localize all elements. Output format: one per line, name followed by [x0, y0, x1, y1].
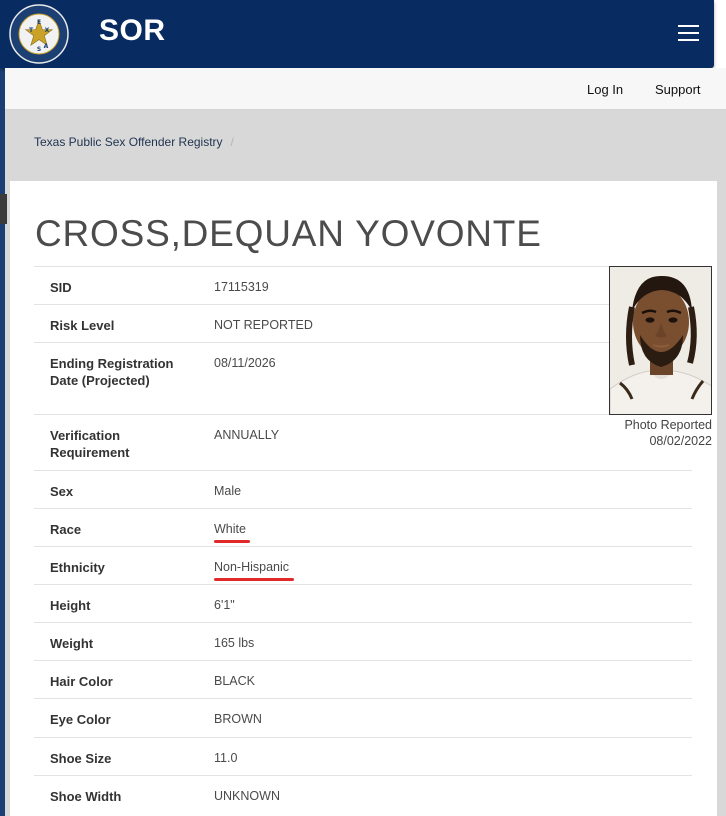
site-brand-title[interactable]: SOR — [99, 14, 166, 48]
race-underline-annotation — [214, 540, 250, 543]
scroll-edge-marker — [0, 194, 7, 224]
field-label-weight: Weight — [50, 636, 94, 651]
seal-letter-s: S — [37, 46, 41, 53]
field-value-ending-registration-date: 08/11/2026 — [214, 356, 276, 370]
field-label-ethnicity: Ethnicity — [50, 560, 105, 575]
photo-caption-date: 08/02/2022 — [649, 434, 712, 448]
table-row: Sex Male — [34, 470, 692, 508]
field-value-risk-level: NOT REPORTED — [214, 318, 313, 332]
photo-caption-label: Photo Reported — [624, 418, 712, 432]
table-row: Race White — [34, 508, 692, 546]
table-row: Weight 165 lbs — [34, 622, 692, 660]
ethnicity-underline-annotation — [214, 578, 294, 581]
field-value-sid: 17115319 — [214, 280, 269, 294]
field-label-verification-requirement: Verification Requirement — [50, 428, 130, 460]
field-label-shoe-size: Shoe Size — [50, 751, 112, 766]
support-link[interactable]: Support — [655, 82, 701, 97]
breadcrumb: Texas Public Sex Offender Registry / — [34, 135, 234, 149]
field-label-risk-level: Risk Level — [50, 318, 115, 333]
field-value-shoe-width: UNKNOWN — [214, 789, 280, 803]
field-value-height: 6'1" — [214, 598, 235, 612]
field-value-weight: 165 lbs — [214, 636, 255, 650]
seal-letter-e: E — [37, 19, 41, 26]
field-label-height: Height — [50, 598, 91, 613]
field-value-ethnicity: Non-Hispanic — [214, 560, 290, 574]
table-row: Ethnicity Non-Hispanic — [34, 546, 692, 584]
person-portrait-icon — [610, 267, 711, 414]
table-row: Ending Registration Date (Projected) 08/… — [34, 342, 692, 414]
breadcrumb-link-registry[interactable]: Texas Public Sex Offender Registry — [34, 135, 223, 149]
field-label-eye-color: Eye Color — [50, 712, 111, 727]
table-row: Hair Color BLACK — [34, 660, 692, 698]
field-value-race: White — [214, 522, 246, 536]
offender-details-table: SID 17115319 Risk Level NOT REPORTED End… — [34, 266, 692, 815]
field-value-hair-color: BLACK — [214, 674, 255, 688]
photo-caption: Photo Reported 08/02/2022 — [600, 417, 712, 449]
seal-letter-x: X — [45, 27, 50, 34]
table-row: Risk Level NOT REPORTED — [34, 304, 692, 342]
star-seal-icon[interactable]: E X T A S — [9, 4, 69, 64]
table-row: Shoe Width UNKNOWN — [34, 775, 692, 815]
breadcrumb-separator: / — [230, 135, 234, 149]
hamburger-menu-icon[interactable] — [674, 22, 702, 44]
field-value-shoe-size: 11.0 — [214, 751, 238, 765]
field-value-sex: Male — [214, 484, 242, 498]
field-value-verification-requirement: ANNUALLY — [214, 428, 280, 442]
table-row: Eye Color BROWN — [34, 698, 692, 737]
table-row: SID 17115319 — [34, 266, 692, 304]
field-label-race: Race — [50, 522, 82, 537]
table-row: Shoe Size 11.0 — [34, 737, 692, 775]
field-label-sex: Sex — [50, 484, 74, 499]
seal-letter-a: A — [44, 43, 49, 50]
login-link[interactable]: Log In — [587, 82, 623, 97]
offender-photo[interactable] — [609, 266, 712, 415]
field-label-shoe-width: Shoe Width — [50, 789, 122, 804]
field-label-ending-registration-date: Ending Registration Date (Projected) — [50, 356, 174, 388]
field-label-sid: SID — [50, 280, 72, 295]
table-row: Height 6'1" — [34, 584, 692, 622]
field-label-hair-color: Hair Color — [50, 674, 113, 689]
field-value-eye-color: BROWN — [214, 712, 262, 726]
secondary-nav: Log In Support — [5, 68, 726, 110]
offender-name: CROSS,DEQUAN YOVONTE — [35, 213, 542, 254]
top-header-bar: E X T A S SOR — [0, 0, 714, 68]
table-row: Verification Requirement ANNUALLY — [34, 414, 692, 470]
